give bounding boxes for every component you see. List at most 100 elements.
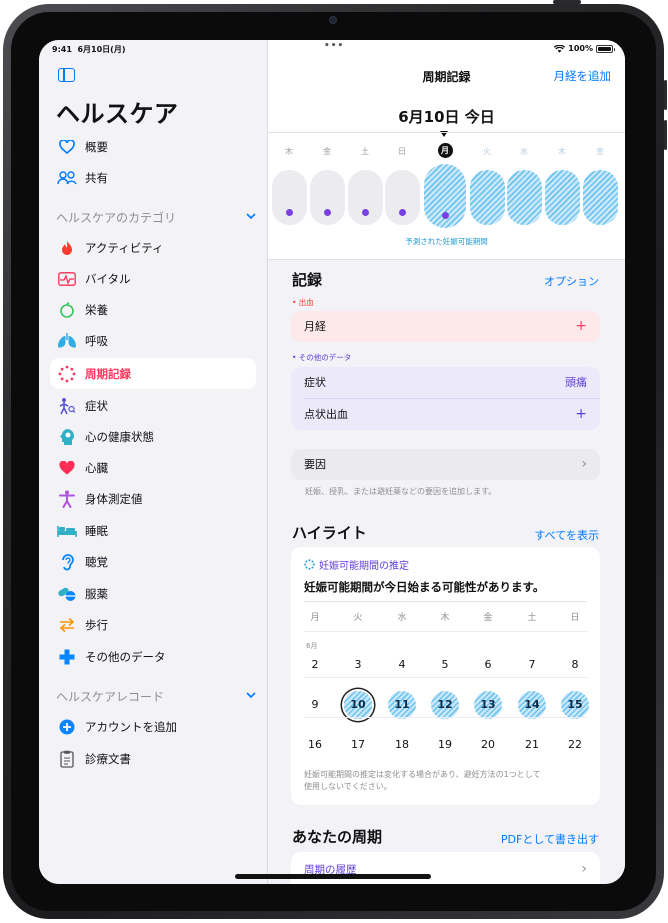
sidebar-item-heart[interactable]: 心臓 <box>50 452 256 483</box>
sidebar-item-cycle-tracking[interactable]: 周期記録 <box>50 358 256 389</box>
day-pill[interactable] <box>384 170 420 225</box>
week-day-label: 金 <box>596 147 604 156</box>
calendar-day[interactable]: 18 <box>388 731 416 759</box>
weekday-label: 水 <box>397 613 407 623</box>
period-row[interactable]: 月経 + <box>291 311 600 341</box>
export-pdf-button[interactable]: PDFとして書き出す <box>501 831 599 847</box>
bleeding-label: • 出血 <box>292 298 314 307</box>
day-pill[interactable] <box>582 170 618 225</box>
ear-icon <box>56 551 78 573</box>
records-header-label: ヘルスケアレコード <box>56 690 165 704</box>
multitasking-dots[interactable]: ••• <box>324 41 344 51</box>
sidebar-item-sleep[interactable]: 睡眠 <box>50 515 256 546</box>
calendar-day[interactable]: 7 <box>518 651 546 679</box>
calendar-day[interactable]: 19 <box>431 731 459 759</box>
calendar-day[interactable]: 3 <box>344 651 372 679</box>
disclaimer-line: 使用しないでください。 <box>304 782 392 791</box>
day-pill[interactable] <box>469 170 505 225</box>
sidebar-item-clinical-documents[interactable]: 診療文書 <box>50 743 256 774</box>
status-time: 9:41 6月10日(月) <box>52 45 126 54</box>
symptom-row[interactable]: 症状 頭痛 <box>291 367 600 397</box>
calendar-day[interactable]: 5 <box>431 651 459 679</box>
calendar-day[interactable]: 11 <box>388 691 416 719</box>
categories-header[interactable]: ヘルスケアのカテゴリ <box>56 209 256 226</box>
body-icon <box>56 488 78 510</box>
weekday-label: 火 <box>353 613 363 623</box>
calendar-day[interactable]: 12 <box>431 691 459 719</box>
factors-hint: 妊娠、授乳、または避妊薬などの要因を追加します。 <box>305 487 497 496</box>
calendar-day[interactable]: 8 <box>561 651 589 679</box>
week-day-label: 月 <box>437 143 453 158</box>
month-label: 6月 <box>306 642 318 650</box>
add-spotting-plus-icon[interactable]: + <box>575 406 587 422</box>
divider <box>304 631 587 632</box>
calendar-day[interactable]: 4 <box>388 651 416 679</box>
bed-icon <box>56 520 78 542</box>
spotting-row[interactable]: 点状出血 + <box>291 399 600 429</box>
sidebar-item-summary[interactable]: 概要 <box>50 131 256 162</box>
top-button <box>553 0 581 4</box>
calendar-day[interactable]: 16 <box>301 731 329 759</box>
sidebar-item-other-data[interactable]: その他のデータ <box>50 641 256 672</box>
records-header[interactable]: ヘルスケアレコード <box>56 688 256 705</box>
calendar-day[interactable]: 13 <box>474 691 502 719</box>
calendar-day[interactable]: 21 <box>518 731 546 759</box>
calendar-day[interactable]: 14 <box>518 691 546 719</box>
sidebar-item-body-measurements[interactable]: 身体測定値 <box>50 483 256 514</box>
calendar-day[interactable]: 20 <box>474 731 502 759</box>
sidebar-item-add-account[interactable]: アカウントを追加 <box>50 711 256 742</box>
sidebar-item-label: 睡眠 <box>85 523 108 538</box>
period-card[interactable]: 月経 + <box>291 311 600 342</box>
home-indicator[interactable] <box>235 874 431 879</box>
sidebar-item-label: 呼吸 <box>85 333 108 348</box>
sidebar-item-symptoms[interactable]: 症状 <box>50 390 256 421</box>
cycle-history-card[interactable]: 周期の履歴 › <box>291 852 600 884</box>
factors-row-label: 要因 <box>304 458 326 471</box>
main-content: 周期記録 月経を追加 6月10日 今日 木金土日月火水木金 予測された妊娠可能期… <box>268 40 625 884</box>
sidebar-item-hearing[interactable]: 聴覚 <box>50 546 256 577</box>
weekday-label: 月 <box>310 613 320 623</box>
front-camera <box>329 16 337 24</box>
fertility-dots-icon <box>304 559 315 570</box>
calendar-day[interactable]: 15 <box>561 691 589 719</box>
day-pill[interactable] <box>506 170 542 225</box>
calendar-day[interactable]: 2 <box>301 651 329 679</box>
sidebar-item-label: 心の健康状態 <box>85 429 154 444</box>
show-all-button[interactable]: すべてを表示 <box>534 527 599 543</box>
sidebar-toggle-icon[interactable] <box>58 68 75 82</box>
chevron-down-icon <box>246 212 256 223</box>
sidebar-item-mobility[interactable]: 歩行 <box>50 609 256 640</box>
cycle-history-row[interactable]: 周期の履歴 › <box>291 854 600 884</box>
factors-card[interactable]: 要因 › <box>291 449 600 480</box>
options-button[interactable]: オプション <box>544 273 599 289</box>
volume-down-button <box>664 120 667 150</box>
logged-data-dot <box>361 209 369 216</box>
day-pill[interactable] <box>347 170 383 225</box>
sidebar-item-activity[interactable]: アクティビティ <box>50 232 256 263</box>
plus-circle-icon <box>56 716 78 738</box>
sidebar-item-medications[interactable]: 服薬 <box>50 578 256 609</box>
calendar-day[interactable]: 6 <box>474 651 502 679</box>
fertility-estimate-card[interactable]: 妊娠可能期間の推定 妊娠可能期間が今日始まる可能性があります。 月火水木金土日 … <box>291 547 600 805</box>
sidebar-item-vitals[interactable]: バイタル <box>50 263 256 294</box>
plus-cross-icon <box>56 646 78 668</box>
weekday-label: 日 <box>570 613 580 623</box>
sidebar-item-respiratory[interactable]: 呼吸 <box>50 325 256 356</box>
sidebar-item-sharing[interactable]: 共有 <box>50 162 256 193</box>
calendar-day[interactable]: 17 <box>344 731 372 759</box>
sidebar-item-mental-wellbeing[interactable]: 心の健康状態 <box>50 421 256 452</box>
symptom-value: 頭痛 <box>565 376 587 389</box>
day-pill[interactable] <box>271 170 307 225</box>
add-period-button[interactable]: 月経を追加 <box>554 68 612 84</box>
factors-row[interactable]: 要因 › <box>291 449 600 479</box>
sidebar-item-label: その他のデータ <box>85 649 166 664</box>
sidebar-item-nutrition[interactable]: 栄養 <box>50 294 256 325</box>
sidebar-item-label: 栄養 <box>85 302 108 317</box>
calendar-day[interactable]: 22 <box>561 731 589 759</box>
calendar-day-today[interactable]: 10 <box>344 691 372 719</box>
day-pill[interactable] <box>309 170 345 225</box>
calendar-day[interactable]: 9 <box>301 691 329 719</box>
add-period-plus-icon[interactable]: + <box>575 318 587 334</box>
today-day-pill[interactable] <box>424 164 466 228</box>
day-pill[interactable] <box>544 170 580 225</box>
